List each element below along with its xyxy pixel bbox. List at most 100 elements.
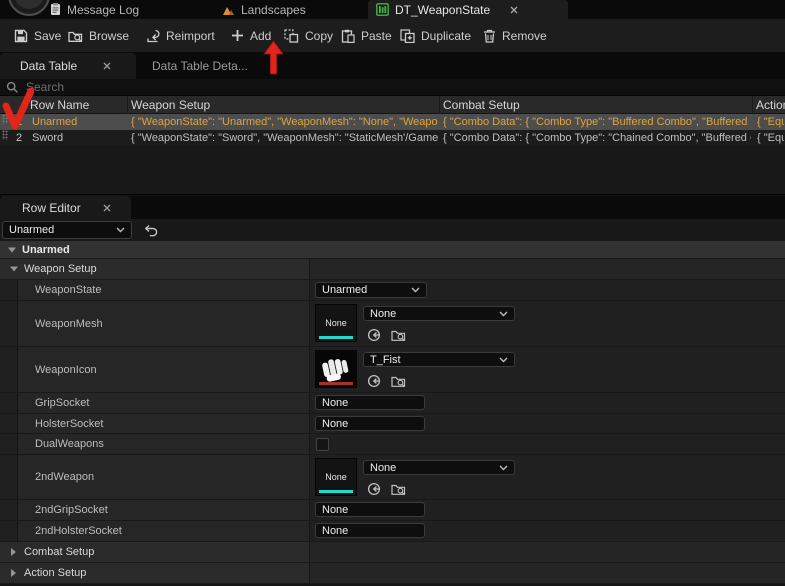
landscape-icon (222, 4, 235, 16)
collapsed-arrow-icon[interactable] (11, 548, 16, 556)
row-gutter (0, 455, 18, 499)
use-selected-asset-icon[interactable] (367, 374, 381, 388)
dropdown-value: T_Fist (370, 354, 401, 366)
row-gutter (0, 434, 18, 454)
row-gutter (0, 301, 18, 346)
tab-label: DT_WeaponState (395, 3, 490, 17)
column-action[interactable]: Action (756, 98, 785, 112)
chevron-down-icon (499, 311, 508, 317)
weaponmesh-asset-dropdown[interactable]: None (363, 306, 515, 321)
copy-button[interactable]: Copy (284, 19, 333, 52)
row-gutter (0, 280, 18, 300)
browse-to-asset-icon[interactable] (391, 374, 406, 388)
search-input[interactable] (24, 79, 728, 95)
expand-arrow-icon[interactable] (8, 247, 16, 252)
row-editor-property-grid: Unarmed Weapon Setup WeaponState Unarmed… (0, 241, 785, 586)
tab-row-editor[interactable]: Row Editor (0, 196, 131, 219)
browse-button[interactable]: Browse (68, 19, 129, 52)
asset-toolbar: Save Browse Reimport Add (0, 19, 785, 53)
weaponmesh-thumbnail[interactable]: None (315, 304, 357, 342)
root-row-unarmed[interactable]: Unarmed (0, 241, 785, 259)
category-label: Action Setup (24, 567, 86, 579)
tab-message-log[interactable]: Message Log (42, 0, 147, 19)
property-label: 2ndHolsterSocket (35, 525, 122, 537)
property-row-weaponicon: WeaponIcon T_Fist (0, 347, 785, 393)
2ndgripsocket-input[interactable] (315, 502, 425, 517)
property-label: 2ndGripSocket (35, 504, 108, 516)
row-gutter (0, 521, 18, 541)
table-header[interactable]: Row Name Weapon Setup Combat Setup Actio… (0, 96, 785, 114)
weaponicon-thumbnail[interactable] (315, 350, 357, 388)
unreal-data-table-editor: Message Log Landscapes DT_WeaponState (0, 0, 785, 586)
save-button[interactable]: Save (14, 19, 61, 52)
cell-weapon-setup: { "WeaponState": "Unarmed", "WeaponMesh"… (131, 114, 438, 130)
2ndweapon-thumbnail[interactable]: None (315, 458, 357, 496)
column-weapon-setup[interactable]: Weapon Setup (131, 98, 210, 112)
button-label: Duplicate (421, 29, 471, 43)
row-gutter (0, 500, 18, 520)
column-divider (752, 96, 753, 114)
drag-handle-icon[interactable] (2, 114, 8, 124)
reset-to-default-icon[interactable] (144, 224, 158, 237)
chevron-down-icon (499, 357, 508, 363)
table-row-unarmed[interactable]: 1 Unarmed { "WeaponState": "Unarmed", "W… (0, 114, 785, 130)
property-row-2ndweapon: 2ndWeapon None None (0, 455, 785, 500)
category-weapon-setup[interactable]: Weapon Setup (0, 259, 785, 280)
drag-handle-icon[interactable] (2, 130, 8, 140)
asset-actions (367, 328, 406, 342)
tab-data-table[interactable]: Data Table (0, 53, 136, 79)
message-log-icon (50, 3, 61, 16)
use-selected-asset-icon[interactable] (367, 482, 381, 496)
data-table-icon (376, 3, 389, 16)
row-gutter (0, 393, 18, 413)
close-tab-icon[interactable] (103, 62, 111, 70)
column-divider (439, 96, 440, 114)
tab-landscapes[interactable]: Landscapes (214, 0, 314, 19)
remove-button[interactable]: Remove (483, 19, 547, 52)
category-action-setup[interactable]: Action Setup (0, 563, 785, 584)
collapsed-arrow-icon[interactable] (11, 569, 16, 577)
weaponstate-dropdown[interactable]: Unarmed (315, 282, 427, 298)
tab-label: Data Table Deta... (152, 59, 248, 73)
dualweapons-checkbox[interactable] (316, 438, 329, 451)
browse-icon (68, 29, 83, 43)
asset-type-underline (319, 382, 353, 385)
tab-dt-weaponstate[interactable]: DT_WeaponState (368, 0, 568, 19)
paste-button[interactable]: Paste (341, 19, 392, 52)
gripsocket-input[interactable] (315, 395, 425, 410)
table-row-sword[interactable]: 2 Sword { "WeaponState": "Sword", "Weapo… (0, 130, 785, 146)
row-select-dropdown[interactable]: Unarmed (2, 221, 132, 239)
row-gutter (0, 347, 18, 392)
holstersocket-input[interactable] (315, 416, 425, 431)
category-label: Weapon Setup (24, 263, 97, 275)
browse-to-asset-icon[interactable] (391, 482, 406, 496)
property-row-weaponmesh: WeaponMesh None None (0, 301, 785, 347)
add-button[interactable]: Add (231, 19, 271, 52)
dropdown-value: None (370, 462, 396, 474)
button-label: Browse (89, 29, 129, 43)
category-combat-setup[interactable]: Combat Setup (0, 542, 785, 563)
remove-trash-icon (483, 29, 496, 43)
row-selector-bar: Unarmed (0, 219, 785, 241)
column-row-name[interactable]: Row Name (30, 98, 89, 112)
property-row-dualweapons: DualWeapons (0, 434, 785, 455)
close-tab-icon[interactable] (103, 204, 111, 212)
duplicate-button[interactable]: Duplicate (400, 19, 471, 52)
2ndholstersocket-input[interactable] (315, 523, 425, 538)
close-tab-icon[interactable] (510, 6, 518, 14)
table-empty-area (0, 146, 785, 195)
reimport-button[interactable]: Reimport (146, 19, 215, 52)
expand-arrow-icon[interactable] (10, 267, 18, 272)
2ndweapon-asset-dropdown[interactable]: None (363, 460, 515, 475)
column-combat-setup[interactable]: Combat Setup (443, 98, 520, 112)
weaponicon-asset-dropdown[interactable]: T_Fist (363, 352, 515, 367)
thumbnail-label: None (325, 472, 347, 482)
add-icon (231, 29, 244, 42)
property-label: 2ndWeapon (35, 471, 94, 483)
asset-type-underline (319, 336, 353, 339)
copy-icon (284, 29, 299, 43)
use-selected-asset-icon[interactable] (367, 328, 381, 342)
browse-to-asset-icon[interactable] (391, 328, 406, 342)
tab-data-table-details[interactable]: Data Table Deta... (140, 53, 260, 79)
asset-type-underline (319, 490, 353, 493)
